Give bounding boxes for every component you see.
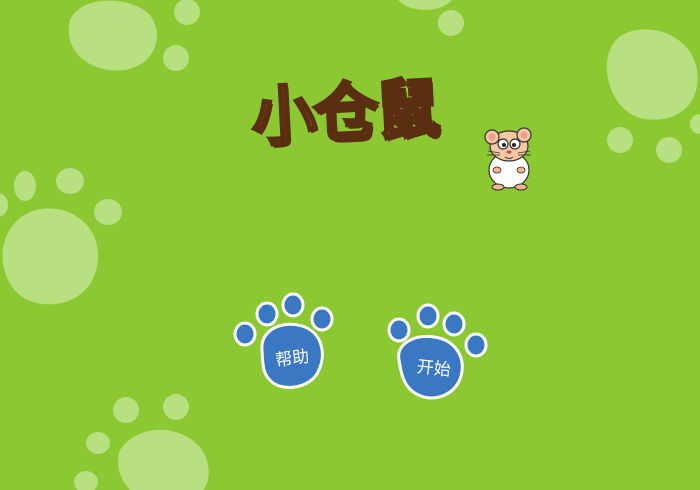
paw-print-icon xyxy=(398,0,464,36)
paw-print-icon xyxy=(0,168,122,305)
game-title: 小仓鼠 xyxy=(240,68,450,168)
game-start-screen: 小仓鼠 帮助 开始 xyxy=(0,0,700,490)
paw-print-icon xyxy=(74,394,209,490)
help-button[interactable]: 帮助 xyxy=(232,292,336,394)
hamster-icon xyxy=(484,127,532,191)
paw-icon xyxy=(387,303,488,400)
paw-print-icon xyxy=(606,29,700,163)
title-text: 小仓鼠 xyxy=(249,71,442,158)
start-button[interactable]: 开始 xyxy=(386,302,490,404)
paw-print-icon xyxy=(68,0,200,71)
